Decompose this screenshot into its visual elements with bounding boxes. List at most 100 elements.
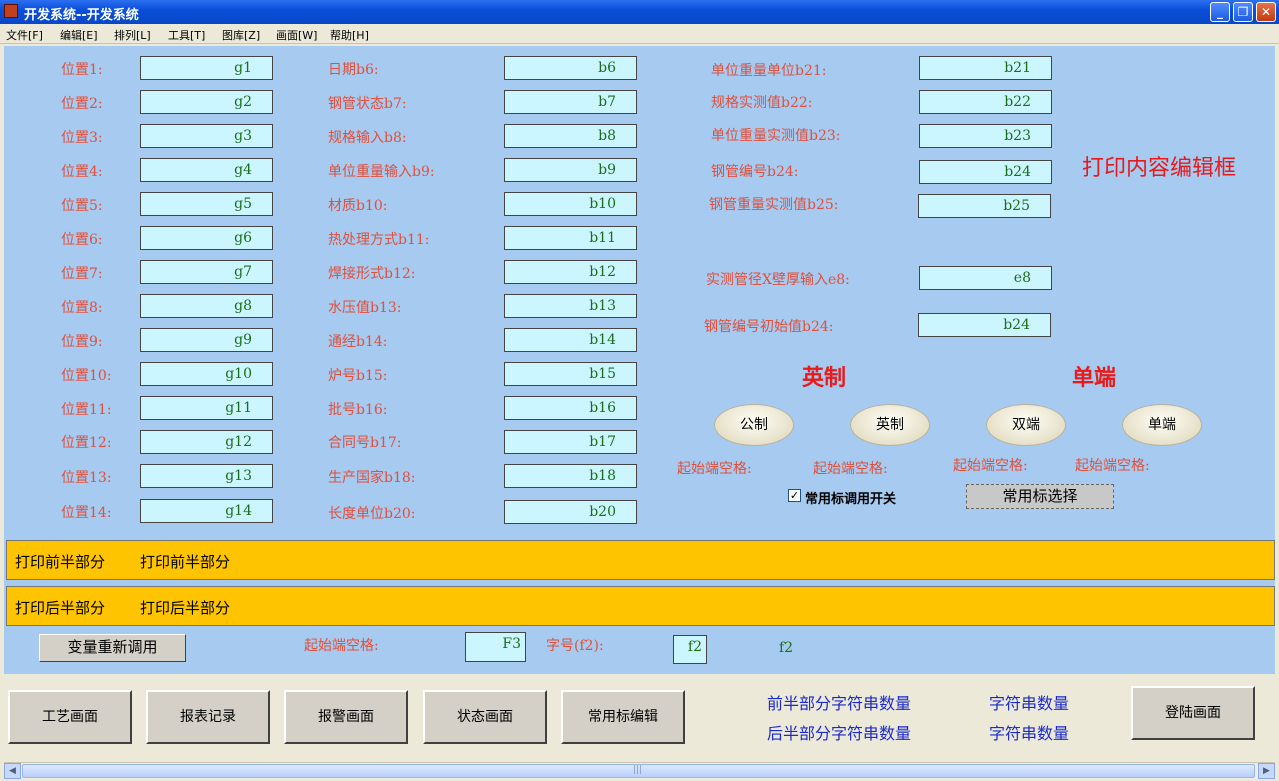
menu-help[interactable]: 帮助[H] [330,27,369,43]
bottom-space-label: 起始端空格: [304,638,379,654]
bottom-space-field[interactable]: F3 [465,632,526,662]
position-field[interactable]: g4 [140,158,273,182]
pipe-weight-measured-field[interactable]: b25 [918,194,1051,218]
menu-file[interactable]: 文件[F] [6,27,43,43]
window-title: 开发系统--开发系统 [24,8,139,23]
menu-tools[interactable]: 工具[T] [168,27,205,43]
material-field[interactable]: b10 [504,192,637,216]
field-label: 合同号b17: [328,435,402,451]
field-label: 钢管状态b7: [328,96,407,112]
double-end-button[interactable]: 双端 [986,404,1066,446]
reload-variables-button[interactable]: 变量重新调用 [39,634,186,662]
scroll-thumb[interactable]: ||| [22,764,1255,778]
country-field[interactable]: b18 [504,464,637,488]
font-size-readout: f2 [779,640,794,656]
print-back-band[interactable]: 打印后半部分 打印后半部分 [6,586,1275,626]
print-back-label: 打印后半部分 [15,599,106,617]
close-button[interactable]: ✕ [1256,2,1276,22]
position-label: 位置7: [61,266,103,282]
pipe-number-initial-field[interactable]: b24 [918,313,1051,337]
print-front-label: 打印前半部分 [15,553,106,571]
back-count-value: 字符串数量 [989,724,1070,743]
position-label: 位置1: [61,62,103,78]
common-label-select-button[interactable]: 常用标选择 [966,484,1114,509]
title-bar: 开发系统--开发系统 _ ❐ ✕ [0,0,1279,24]
field-label: 批号b16: [328,402,388,418]
position-label: 位置13: [61,470,112,486]
menu-gallery[interactable]: 图库[Z] [222,27,260,43]
position-field[interactable]: g8 [140,294,273,318]
spec-input-field[interactable]: b8 [504,124,637,148]
common-label-checkbox[interactable]: ✓ [788,489,801,502]
common-label-edit-button[interactable]: 常用标编辑 [561,690,685,744]
heat-treatment-field[interactable]: b11 [504,226,637,250]
position-field[interactable]: g12 [140,430,273,454]
position-label: 位置2: [61,96,103,112]
position-label: 位置4: [61,164,103,180]
pipe-status-field[interactable]: b7 [504,90,637,114]
print-front-band[interactable]: 打印前半部分 打印前半部分 [6,540,1275,580]
position-field[interactable]: g13 [140,464,273,488]
position-label: 位置12: [61,435,112,451]
unit-weight-measured-field[interactable]: b23 [919,124,1052,148]
position-field[interactable]: g5 [140,192,273,216]
field-label: 实测管径X壁厚输入e8: [706,272,850,288]
position-field[interactable]: g6 [140,226,273,250]
editor-title: 打印内容编辑框 [1082,156,1237,181]
unit-weight-field[interactable]: b9 [504,158,637,182]
back-count-label: 后半部分字符串数量 [767,724,912,743]
imperial-button[interactable]: 英制 [850,404,930,446]
date-field[interactable]: b6 [504,56,637,80]
report-records-button[interactable]: 报表记录 [146,690,270,744]
field-label: 规格输入b8: [328,130,407,146]
position-field[interactable]: g1 [140,56,273,80]
water-pressure-field[interactable]: b13 [504,294,637,318]
position-field[interactable]: g3 [140,124,273,148]
field-label: 炉号b15: [328,368,388,384]
field-label: 生产国家b18: [328,470,416,486]
heat-number-field[interactable]: b15 [504,362,637,386]
length-unit-field[interactable]: b20 [504,500,637,524]
position-field[interactable]: g2 [140,90,273,114]
field-label: 单位重量实测值b23: [711,128,841,144]
menu-arrange[interactable]: 排列[L] [114,27,151,43]
weld-type-field[interactable]: b12 [504,260,637,284]
scroll-grip-icon: ||| [633,765,643,775]
position-field[interactable]: g11 [140,396,273,420]
od-wall-input-field[interactable]: e8 [919,266,1052,290]
alarm-screen-button[interactable]: 报警画面 [284,690,408,744]
position-field[interactable]: g7 [140,260,273,284]
field-label: 热处理方式b11: [328,232,430,248]
field-label: 单位重量输入b9: [328,164,435,180]
field-label: 钢管编号初始值b24: [704,319,834,335]
horizontal-scrollbar[interactable]: ◀ ||| ▶ [4,762,1275,779]
menu-edit[interactable]: 编辑[E] [60,27,98,43]
field-label: 焊接形式b12: [328,266,416,282]
single-end-button[interactable]: 单端 [1122,404,1202,446]
position-label: 位置9: [61,334,103,350]
process-screen-button[interactable]: 工艺画面 [8,690,132,744]
unit-weight-unit-field[interactable]: b21 [919,56,1052,80]
drift-field[interactable]: b14 [504,328,637,352]
menu-screen[interactable]: 画面[W] [276,27,317,43]
field-label: 钢管编号b24: [711,164,799,180]
position-field[interactable]: g10 [140,362,273,386]
batch-number-field[interactable]: b16 [504,396,637,420]
contract-number-field[interactable]: b17 [504,430,637,454]
minimize-button[interactable]: _ [1210,2,1230,22]
position-field[interactable]: g14 [140,499,273,523]
status-screen-button[interactable]: 状态画面 [423,690,547,744]
print-front-value: 打印前半部分 [140,553,231,571]
font-size-field[interactable]: f2 [673,635,707,664]
maximize-button[interactable]: ❐ [1233,2,1253,22]
scroll-right-icon[interactable]: ▶ [1258,763,1275,779]
menu-bar: 文件[F] 编辑[E] 排列[L] 工具[T] 图库[Z] 画面[W] 帮助[H… [0,24,1279,44]
position-field[interactable]: g9 [140,328,273,352]
login-screen-button[interactable]: 登陆画面 [1131,686,1255,740]
pipe-number-field[interactable]: b24 [919,160,1052,184]
metric-button[interactable]: 公制 [714,404,794,446]
front-count-label: 前半部分字符串数量 [767,694,912,713]
scroll-left-icon[interactable]: ◀ [4,763,21,779]
spec-measured-field[interactable]: b22 [919,90,1052,114]
field-label: 规格实测值b22: [711,95,813,111]
